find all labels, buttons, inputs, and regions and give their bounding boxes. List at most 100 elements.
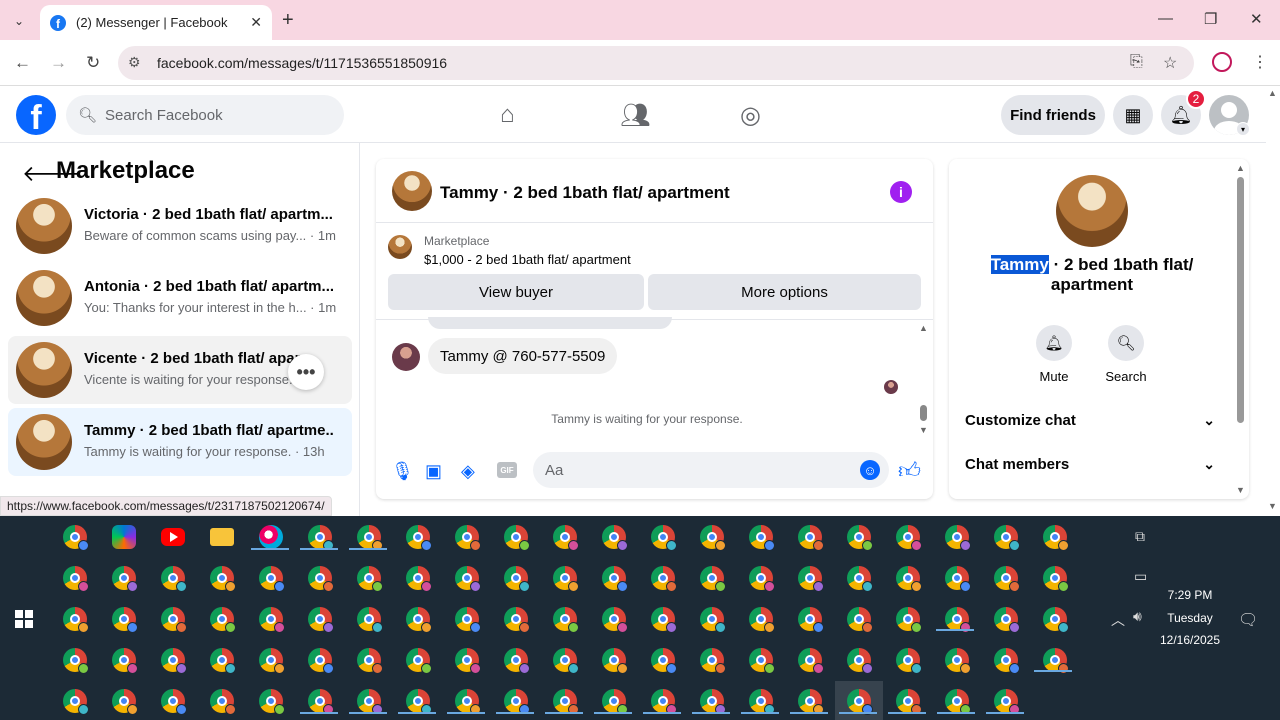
photo-icon[interactable]: ▣ [425,461,442,482]
chrome-icon[interactable] [406,648,432,674]
listing-photo[interactable] [1056,175,1128,247]
chrome-icon[interactable] [945,525,971,551]
scroll-thumb[interactable] [920,405,927,421]
chrome-icon[interactable] [651,648,677,674]
chrome-icon[interactable] [455,525,481,551]
chrome-icon[interactable] [553,689,579,715]
chrome-icon[interactable] [357,648,383,674]
chrome-icon[interactable] [455,607,481,633]
chrome-icon[interactable] [798,607,824,633]
chrome-icon[interactable] [357,689,383,715]
chrome-icon[interactable] [700,648,726,674]
chrome-icon[interactable] [406,607,432,633]
url-text[interactable]: facebook.com/messages/t/1171536551850916 [157,55,447,71]
chrome-icon[interactable] [798,689,824,715]
copilot-icon[interactable] [112,525,136,549]
chrome-icon[interactable] [602,648,628,674]
chrome-icon[interactable] [798,566,824,592]
chrome-icon[interactable] [994,607,1020,633]
browser-profile-icon[interactable] [1212,52,1232,72]
chrome-icon[interactable] [455,689,481,715]
volume-icon[interactable]: 🔊︎ [1133,608,1142,625]
chrome-icon[interactable] [994,566,1020,592]
chat-scrollbar[interactable]: ▲ ▼ [918,321,930,439]
chat-title[interactable]: Tammy · 2 bed 1bath flat/ apartment [440,183,730,203]
friends-icon[interactable]: 👥︎ [620,101,650,130]
action-center-icon[interactable]: 🗨︎ [1238,610,1258,630]
chrome-icon[interactable] [406,689,432,715]
chrome-icon[interactable] [798,648,824,674]
bell-icon[interactable]: 🔔︎ [1036,325,1072,361]
search-input[interactable] [105,106,326,124]
folder-icon[interactable] [210,528,234,546]
chrome-icon[interactable] [651,525,677,551]
close-window-icon[interactable]: ✕ [1250,10,1263,28]
chrome-icon[interactable] [161,648,187,674]
chrome-icon[interactable] [994,525,1020,551]
windows-start-icon[interactable] [15,610,33,628]
chrome-icon[interactable] [700,525,726,551]
chrome-icon[interactable] [896,648,922,674]
scroll-thumb[interactable] [1237,177,1244,423]
chevron-down-icon[interactable]: ⌄ [1203,456,1215,473]
chrome-icon[interactable] [455,566,481,592]
chrome-icon[interactable] [357,525,383,551]
chrome-icon[interactable] [112,648,138,674]
chrome-icon[interactable] [602,566,628,592]
chrome-icon[interactable] [896,525,922,551]
conversation-item-active[interactable]: Tammy · 2 bed 1bath flat/ apartme... Tam… [8,408,352,476]
chrome-icon[interactable] [63,689,89,715]
paint-icon[interactable] [259,525,283,549]
chrome-icon[interactable] [798,525,824,551]
chrome-icon[interactable] [553,648,579,674]
listing-thumbnail[interactable] [388,235,412,259]
site-info-icon[interactable]: ⚙ [128,54,141,71]
chrome-icon[interactable] [994,648,1020,674]
chrome-icon[interactable] [308,689,334,715]
chrome-icon[interactable] [896,566,922,592]
chrome-icon[interactable] [994,689,1020,715]
chrome-icon[interactable] [259,566,285,592]
chat-avatar[interactable] [392,171,432,211]
omnibox[interactable]: ⚙ facebook.com/messages/t/11715365518509… [118,46,1194,80]
scroll-down-icon[interactable]: ▼ [919,425,928,435]
browser-tab[interactable]: f (2) Messenger | Facebook ✕ [40,5,272,40]
home-icon[interactable]: ⌂ [500,101,515,129]
show-hidden-icons-chevron-up-icon[interactable]: ︿ [1111,610,1125,630]
close-tab-icon[interactable]: ✕ [250,14,262,31]
tablet-mode-icon[interactable]: ▭ [1134,568,1147,585]
chrome-icon[interactable] [308,607,334,633]
message-input[interactable] [533,452,889,488]
page-scroll-down-icon[interactable]: ▼ [1268,501,1277,511]
chrome-icon[interactable] [308,566,334,592]
chrome-icon[interactable] [1043,566,1069,592]
chrome-icon[interactable] [945,607,971,633]
clock-date[interactable]: 12/16/2025 [1155,633,1225,647]
conversation-item[interactable]: Victoria · 2 bed 1bath flat/ apartm... B… [8,192,352,260]
account-chevron-down-icon[interactable]: ▾ [1236,122,1250,136]
chrome-icon[interactable] [210,648,236,674]
install-app-icon[interactable]: ⎘ [1130,53,1143,71]
search-icon[interactable]: 🔍︎ [1108,325,1144,361]
scroll-up-icon[interactable]: ▲ [1236,163,1245,173]
facebook-logo-icon[interactable]: f [16,95,56,135]
chrome-icon[interactable] [357,566,383,592]
chrome-icon[interactable] [406,566,432,592]
chrome-icon[interactable] [63,607,89,633]
chrome-icon[interactable] [161,607,187,633]
bookmark-star-icon[interactable]: ☆ [1163,53,1177,73]
chrome-icon[interactable] [210,566,236,592]
chrome-icon[interactable] [847,607,873,633]
chrome-icon[interactable] [1043,525,1069,551]
chrome-icon[interactable] [210,689,236,715]
chrome-icon[interactable] [63,648,89,674]
chrome-icon[interactable] [63,525,89,551]
browser-menu-icon[interactable]: ⋮ [1252,52,1268,72]
chrome-icon[interactable] [504,607,530,633]
chrome-icon[interactable] [63,566,89,592]
chat-members-row[interactable]: Chat members ⌄ [965,456,1221,480]
microphone-icon[interactable]: 🎙︎ [391,461,414,482]
chrome-icon[interactable] [406,525,432,551]
chrome-icon[interactable] [896,689,922,715]
reload-icon[interactable]: ↻ [86,53,100,73]
